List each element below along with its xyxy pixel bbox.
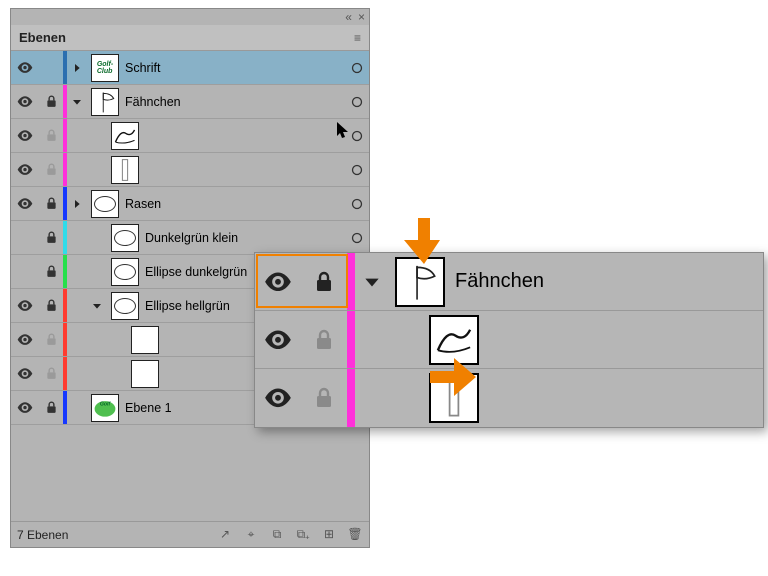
export-icon[interactable]: ↗ (217, 527, 233, 542)
lock-toggle[interactable] (39, 231, 63, 244)
layer-row[interactable]: Fähnchen (11, 85, 369, 119)
lock-icon[interactable] (301, 271, 347, 293)
zoom-callout: Fähnchen (254, 252, 764, 428)
panel-titlebar: « × (11, 9, 369, 25)
layer-indent (67, 221, 87, 254)
visibility-toggle[interactable] (11, 96, 39, 107)
layer-name-label[interactable]: Schrift (123, 61, 345, 75)
disclosure-toggle[interactable] (67, 198, 87, 210)
layer-color-bar (63, 391, 67, 424)
visibility-toggle[interactable] (11, 300, 39, 311)
layer-thumbnail: Golf-Club (91, 54, 119, 82)
lock-toggle[interactable] (39, 299, 63, 312)
target-icon[interactable] (345, 164, 369, 176)
layer-thumbnail (111, 292, 139, 320)
layer-thumbnail (111, 122, 139, 150)
visibility-icon[interactable] (255, 388, 301, 408)
layer-name-label: Fähnchen (451, 270, 544, 293)
trash-icon[interactable]: 🗑 (347, 527, 363, 542)
panel-tabrow: Ebenen ≡ (11, 25, 369, 51)
visibility-toggle[interactable] (11, 130, 39, 141)
zoom-row (255, 369, 763, 427)
footer-toolbar: ↗ ⌖ ⧉ ⧉₊ ⊞ 🗑 (217, 527, 363, 542)
layer-thumbnail (91, 88, 119, 116)
layer-indent (67, 289, 87, 322)
lock-toggle[interactable] (39, 95, 63, 108)
lock-toggle[interactable] (39, 197, 63, 210)
layer-count-label: 7 Ebenen (17, 528, 68, 542)
layer-name-label[interactable]: Dunkelgrün klein (143, 231, 345, 245)
layer-thumbnail (111, 224, 139, 252)
visibility-toggle[interactable] (11, 62, 39, 73)
layer-indent (67, 153, 87, 186)
layer-thumbnail: Golf (91, 394, 119, 422)
layer-row[interactable]: Dunkelgrün klein (11, 221, 369, 255)
new-sublayer-icon[interactable]: ⧉₊ (295, 527, 311, 542)
locate-icon[interactable]: ⌖ (243, 527, 259, 542)
disclosure-toggle[interactable] (67, 96, 87, 108)
target-icon[interactable] (345, 62, 369, 74)
layer-color-bar (347, 369, 355, 427)
layer-name-label[interactable]: Rasen (123, 197, 345, 211)
disclosure-toggle[interactable] (87, 300, 107, 312)
visibility-toggle[interactable] (11, 198, 39, 209)
visibility-toggle[interactable] (11, 164, 39, 175)
lock-toggle[interactable] (39, 333, 63, 346)
target-icon[interactable] (345, 232, 369, 244)
arrow-down-icon (404, 218, 444, 264)
tab-layers[interactable]: Ebenen (19, 30, 66, 45)
panel-footer: 7 Ebenen ↗ ⌖ ⧉ ⧉₊ ⊞ 🗑 (11, 521, 369, 547)
layer-row[interactable]: Golf-Club Schrift (11, 51, 369, 85)
clip-icon[interactable]: ⧉ (269, 527, 285, 542)
new-layer-icon[interactable]: ⊞ (321, 527, 337, 542)
layer-indent (67, 323, 107, 356)
visibility-toggle[interactable] (11, 334, 39, 345)
collapse-icon[interactable]: « (345, 10, 352, 24)
layer-thumbnail (429, 315, 479, 365)
lock-toggle[interactable] (39, 401, 63, 414)
cursor-icon (336, 121, 350, 139)
arrow-right-icon (430, 358, 476, 396)
visibility-toggle[interactable] (11, 402, 39, 413)
layer-indent (67, 357, 107, 390)
layer-indent (67, 255, 87, 288)
lock-toggle[interactable] (39, 367, 63, 380)
layer-row[interactable]: Rasen (11, 187, 369, 221)
layer-thumbnail (131, 326, 159, 354)
lock-toggle[interactable] (39, 163, 63, 176)
layer-thumbnail (395, 257, 445, 307)
layer-thumbnail (111, 156, 139, 184)
visibility-toggle[interactable] (11, 368, 39, 379)
svg-text:Golf: Golf (100, 401, 112, 407)
lock-toggle[interactable] (39, 265, 63, 278)
layer-color-bar (347, 311, 355, 368)
lock-icon[interactable] (301, 329, 347, 351)
lock-toggle[interactable] (39, 129, 63, 142)
visibility-icon[interactable] (255, 330, 301, 350)
layer-thumbnail (91, 190, 119, 218)
layer-name-label[interactable]: Fähnchen (123, 95, 345, 109)
panel-menu-icon[interactable]: ≡ (354, 31, 361, 45)
zoom-row (255, 311, 763, 369)
layer-row[interactable] (11, 119, 369, 153)
target-icon[interactable] (345, 198, 369, 210)
target-icon[interactable] (345, 96, 369, 108)
layer-thumbnail (111, 258, 139, 286)
layer-row[interactable] (11, 153, 369, 187)
close-icon[interactable]: × (358, 10, 365, 24)
lock-icon[interactable] (301, 387, 347, 409)
layer-thumbnail (131, 360, 159, 388)
layer-indent (67, 119, 87, 152)
layer-color-bar (347, 253, 355, 310)
disclosure-icon[interactable] (355, 272, 389, 292)
zoom-row: Fähnchen (255, 253, 763, 311)
disclosure-toggle[interactable] (67, 62, 87, 74)
visibility-icon[interactable] (255, 272, 301, 292)
